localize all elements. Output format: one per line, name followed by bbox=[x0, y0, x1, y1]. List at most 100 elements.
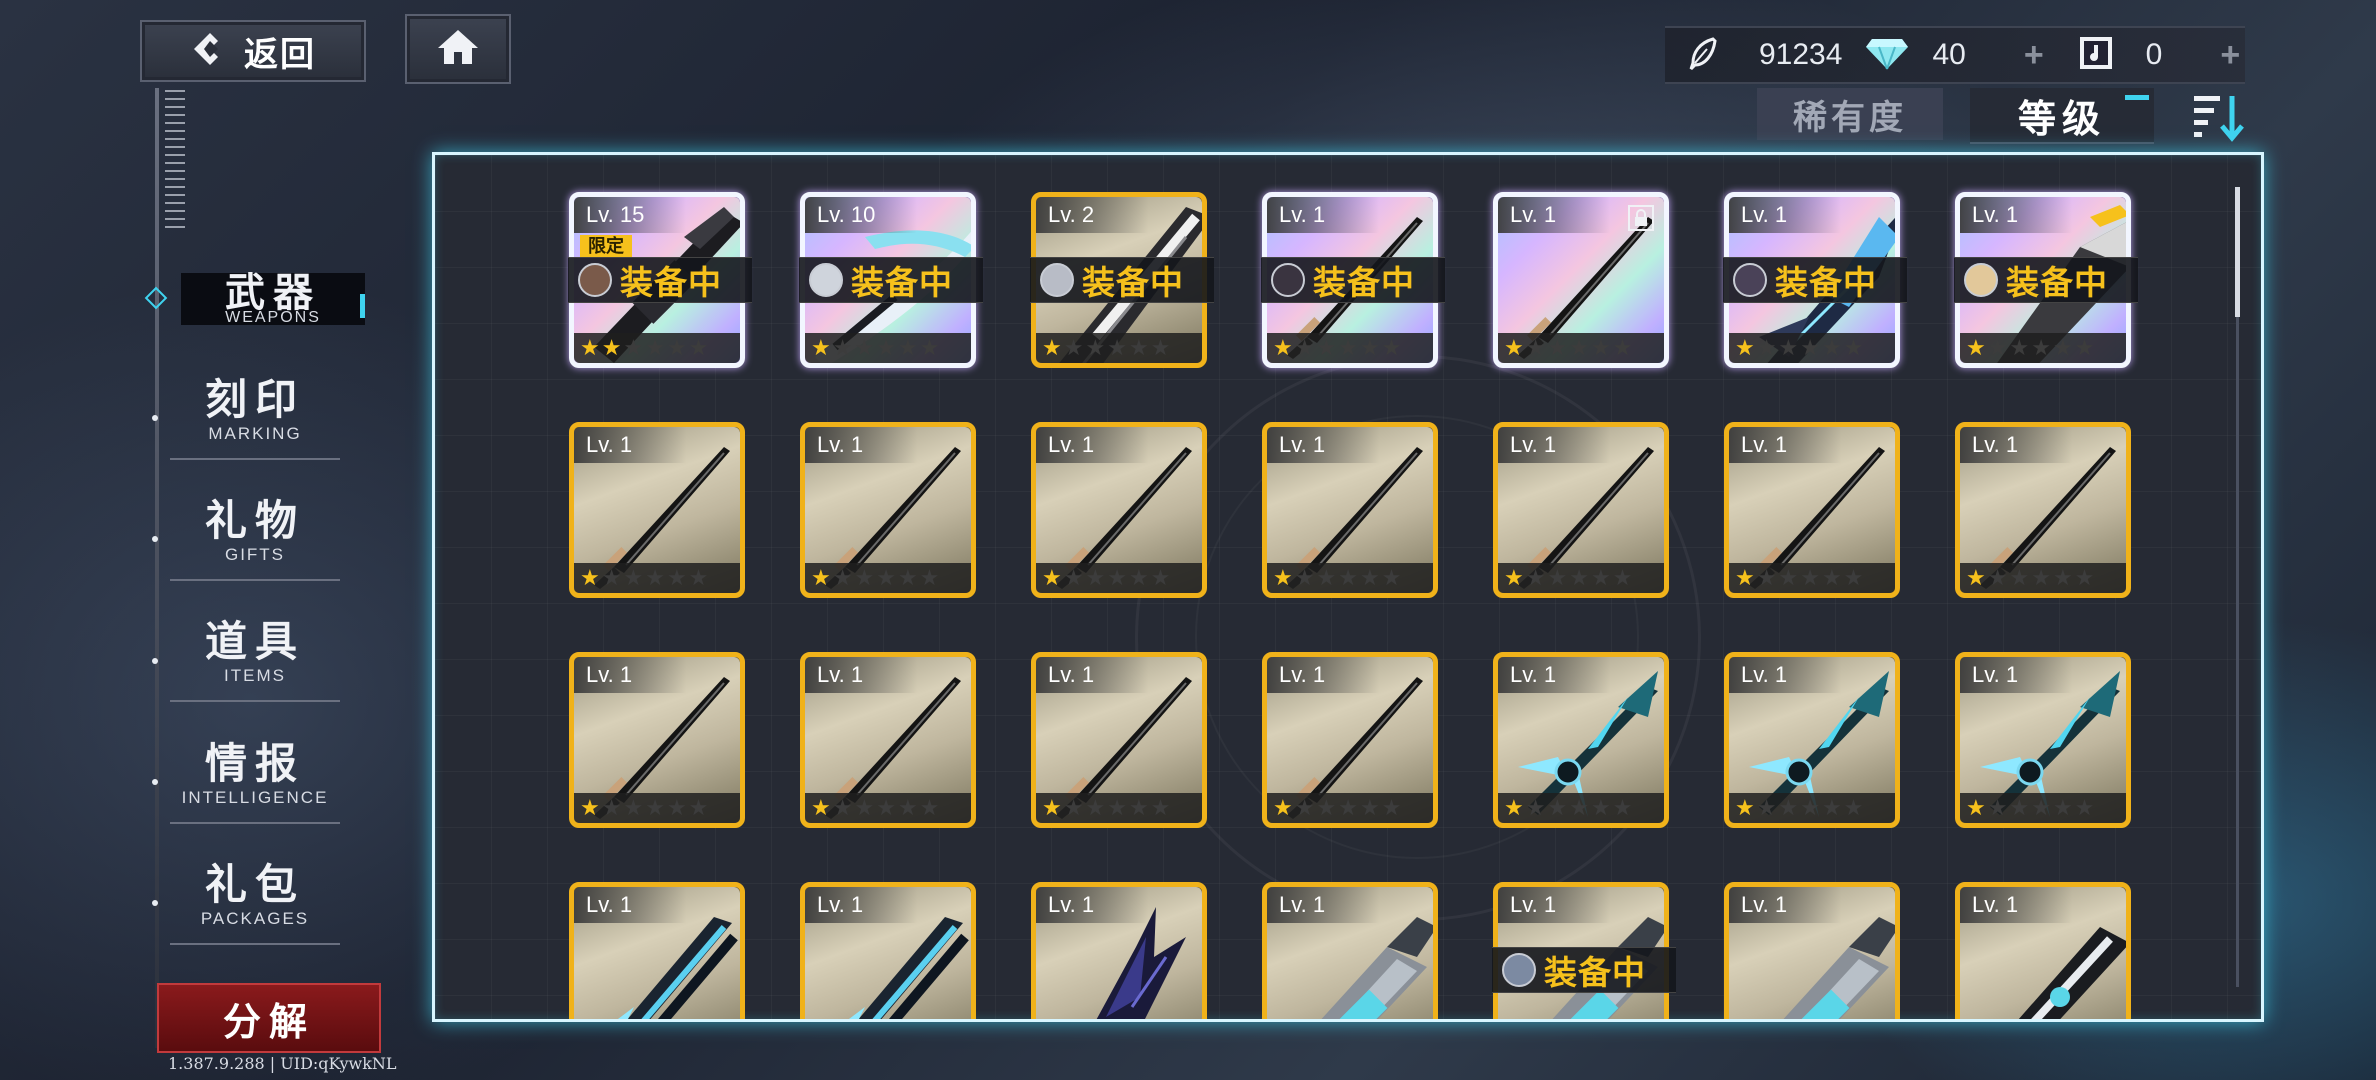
weapon-card[interactable]: Lv. 1★★★★★★装备中 bbox=[1492, 882, 1676, 1019]
back-button[interactable]: 返回 bbox=[140, 20, 366, 82]
version-uid-text: 1.387.9.288 | UID:qKywkNL bbox=[168, 1054, 397, 1073]
star-rating: ★ ★ ★ ★ ★ ★ bbox=[574, 563, 740, 593]
star-icon: ★ bbox=[1525, 565, 1546, 590]
active-bar bbox=[360, 294, 365, 318]
star-icon: ★ bbox=[854, 795, 875, 820]
weapon-card[interactable]: Lv. 1★★★★★★ bbox=[1955, 652, 2131, 828]
scrollbar-thumb[interactable] bbox=[2235, 187, 2240, 317]
weapon-card[interactable]: Lv. 1★★★★★★ bbox=[1262, 882, 1438, 1019]
weapon-card[interactable]: Lv. 1★★★★★★ bbox=[1262, 422, 1438, 598]
star-icon: ★ bbox=[897, 795, 918, 820]
equipped-banner: 装备中 bbox=[1261, 257, 1445, 303]
star-icon: ★ bbox=[2052, 795, 2073, 820]
equipped-label: 装备中 bbox=[851, 264, 953, 301]
weapon-level: Lv. 10 bbox=[805, 197, 917, 233]
star-icon: ★ bbox=[1063, 335, 1084, 360]
weapon-card[interactable]: Lv. 1★★★★★★ bbox=[1724, 882, 1900, 1019]
weapon-card[interactable]: Lv. 1★★★★★★ bbox=[569, 882, 745, 1019]
weapon-card[interactable]: Lv. 1★★★★★★ bbox=[1955, 422, 2131, 598]
weapon-card[interactable]: Lv. 1★★★★★★ bbox=[1724, 422, 1900, 598]
weapon-card[interactable]: Lv. 1★★★★★★ bbox=[1031, 652, 1207, 828]
sort-order-button[interactable] bbox=[2192, 90, 2248, 144]
nav-item-items[interactable]: 道具 ITEMS bbox=[170, 618, 340, 702]
star-icon: ★ bbox=[1107, 795, 1127, 820]
weapon-card[interactable]: Lv. 1★★★★★★ bbox=[1493, 192, 1669, 368]
weapon-card[interactable]: Lv. 1★★★★★★ bbox=[1031, 882, 1207, 1019]
weapon-card[interactable]: Lv. 2 ★ ★ ★ ★ ★ ★ 装备中 bbox=[1030, 192, 1214, 368]
star-icon: ★ bbox=[1381, 565, 1402, 590]
star-icon: ★ bbox=[623, 565, 644, 590]
weapon-card[interactable]: Lv. 1★★★★★★ bbox=[1031, 422, 1207, 598]
nav-dot bbox=[152, 536, 158, 542]
star-icon: ★ bbox=[1778, 335, 1799, 360]
add-ticket-button[interactable]: + bbox=[2220, 36, 2240, 75]
star-icon: ★ bbox=[1612, 335, 1633, 360]
weapon-card[interactable]: Lv. 1★★★★★★ bbox=[800, 422, 976, 598]
nav-item-weapons[interactable]: 武器 WEAPONS bbox=[181, 271, 365, 326]
nav-label: 情报 bbox=[204, 740, 305, 787]
star-icon: ★ bbox=[2074, 795, 2095, 820]
lock-icon[interactable] bbox=[1628, 205, 1654, 231]
nav-label: 武器 bbox=[225, 271, 321, 315]
add-diamond-button[interactable]: + bbox=[2024, 36, 2044, 75]
weapon-card[interactable]: Lv. 1★★★★★★装备中 bbox=[1954, 192, 2138, 368]
star-icon: ★ bbox=[1359, 795, 1380, 820]
weapon-card-bg: Lv. 1★★★★★★ bbox=[1729, 657, 1895, 823]
weapon-card[interactable]: Lv. 1★★★★★★ bbox=[1262, 652, 1438, 828]
weapon-card[interactable]: Lv. 1★★★★★★ bbox=[1493, 422, 1669, 598]
weapon-card[interactable]: Lv. 1★★★★★★ bbox=[800, 652, 976, 828]
star-rating: ★ ★ ★ ★ ★ ★ bbox=[805, 333, 971, 363]
character-avatar bbox=[809, 263, 843, 297]
star-icon: ★ bbox=[919, 565, 940, 590]
star-icon: ★ bbox=[1381, 335, 1402, 360]
star-icon: ★ bbox=[1966, 565, 1986, 590]
star-icon: ★ bbox=[1338, 795, 1358, 820]
nav-item-packages[interactable]: 礼包 PACKAGES bbox=[170, 861, 340, 945]
home-button[interactable] bbox=[405, 14, 511, 84]
star-icon: ★ bbox=[2009, 795, 2030, 820]
weapon-card[interactable]: Lv. 15 ★ ★ ★ ★ ★ ★ 限定 装备中 bbox=[568, 192, 752, 368]
weapon-card[interactable]: Lv. 1★★★★★★ bbox=[569, 422, 745, 598]
weapon-card[interactable]: Lv. 1★★★★★★ bbox=[1955, 882, 2131, 1019]
weapon-card-bg: Lv. 1★★★★★★ bbox=[1498, 427, 1664, 593]
feather-count: 91234 bbox=[1759, 38, 1843, 71]
weapon-card[interactable]: Lv. 1★★★★★★ bbox=[1493, 652, 1669, 828]
nav-sublabel: ITEMS bbox=[224, 666, 286, 685]
nav-label: 刻印 bbox=[204, 376, 305, 423]
weapon-card-bg: Lv. 1★★★★★★ bbox=[1267, 887, 1433, 1019]
character-avatar bbox=[1964, 263, 1998, 297]
star-icon: ★ bbox=[580, 335, 600, 360]
star-icon: ★ bbox=[666, 795, 687, 820]
weapon-level: Lv. 1 bbox=[805, 427, 917, 463]
star-icon: ★ bbox=[1547, 795, 1568, 820]
star-icon: ★ bbox=[623, 335, 644, 360]
star-icon: ★ bbox=[688, 795, 709, 820]
star-icon: ★ bbox=[832, 565, 853, 590]
star-icon: ★ bbox=[1294, 565, 1315, 590]
nav-item-marking[interactable]: 刻印 MARKING bbox=[170, 376, 340, 460]
sort-rarity-button[interactable]: 稀有度 bbox=[1757, 88, 1943, 140]
star-rating: ★ ★ ★ ★ ★ ★ bbox=[1036, 793, 1202, 823]
star-icon: ★ bbox=[832, 335, 853, 360]
dismantle-button[interactable]: 分解 bbox=[157, 983, 381, 1053]
weapon-card-bg: Lv. 1★★★★★★ bbox=[1036, 887, 1202, 1019]
nav-item-intelligence[interactable]: 情报 INTELLIGENCE bbox=[170, 740, 340, 824]
weapon-card[interactable]: Lv. 1★★★★★★ bbox=[569, 652, 745, 828]
nav-dot bbox=[152, 415, 158, 421]
weapon-card[interactable]: Lv. 1★★★★★★ bbox=[800, 882, 976, 1019]
weapon-card[interactable]: Lv. 10 ★ ★ ★ ★ ★ ★ 装备中 bbox=[799, 192, 983, 368]
weapon-card[interactable]: Lv. 1★★★★★★装备中 bbox=[1723, 192, 1907, 368]
star-rating: ★ ★ ★ ★ ★ ★ bbox=[1729, 563, 1895, 593]
star-icon: ★ bbox=[2074, 565, 2095, 590]
star-icon: ★ bbox=[1778, 795, 1799, 820]
star-icon: ★ bbox=[1107, 565, 1127, 590]
star-icon: ★ bbox=[1590, 565, 1611, 590]
weapon-card[interactable]: Lv. 1★★★★★★装备中 bbox=[1261, 192, 1445, 368]
nav-item-gifts[interactable]: 礼物 GIFTS bbox=[170, 497, 340, 581]
nav-divider bbox=[170, 458, 340, 460]
star-icon: ★ bbox=[876, 565, 896, 590]
star-icon: ★ bbox=[811, 335, 831, 360]
star-icon: ★ bbox=[2009, 565, 2030, 590]
star-icon: ★ bbox=[1735, 565, 1755, 590]
weapon-card[interactable]: Lv. 1★★★★★★ bbox=[1724, 652, 1900, 828]
